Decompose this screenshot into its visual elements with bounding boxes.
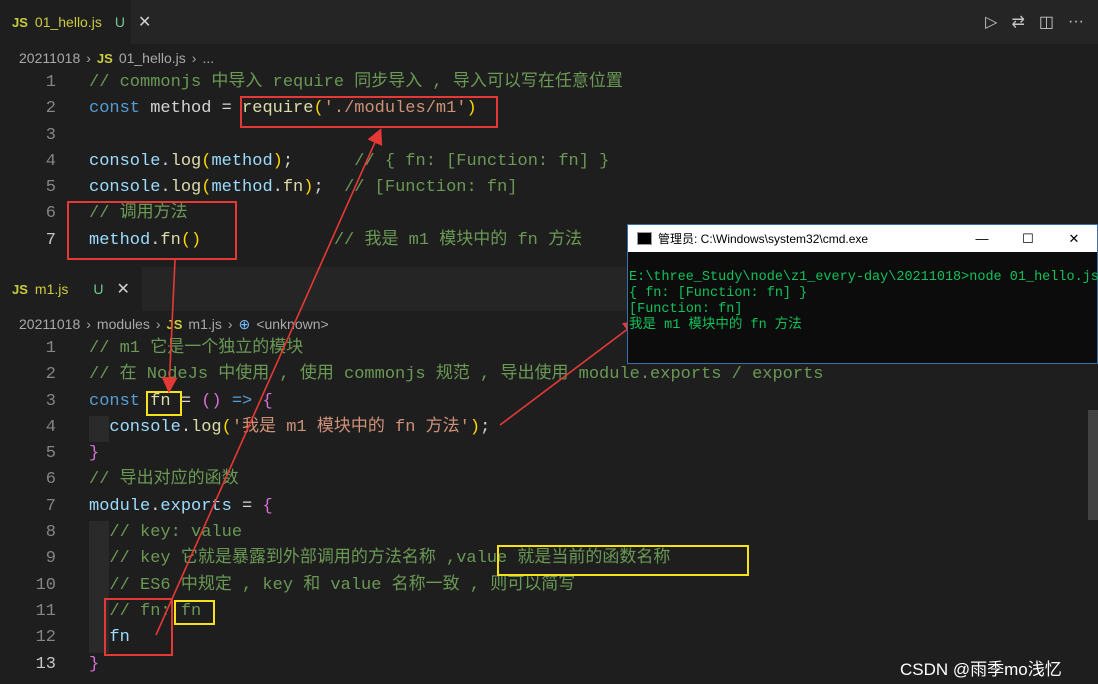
arrow-log-to-console xyxy=(499,320,640,426)
arrow-call-to-fn xyxy=(161,259,178,394)
cmd-title: 管理员: C:\Windows\system32\cmd.exe xyxy=(658,232,869,246)
maximize-button[interactable]: ☐ xyxy=(1005,225,1051,252)
close-button[interactable]: ✕ xyxy=(1051,225,1097,252)
watermark: CSDN @雨季mo浅忆 xyxy=(900,660,1062,679)
minimize-button[interactable]: — xyxy=(959,225,1005,252)
arrow-export-to-require xyxy=(155,128,383,636)
cmd-output: E:\three_Study\node\z1_every-day\2021101… xyxy=(629,270,1098,333)
cmd-icon xyxy=(637,232,652,245)
cmd-window: 管理员: C:\Windows\system32\cmd.exe — ☐ ✕ E… xyxy=(627,224,1098,364)
